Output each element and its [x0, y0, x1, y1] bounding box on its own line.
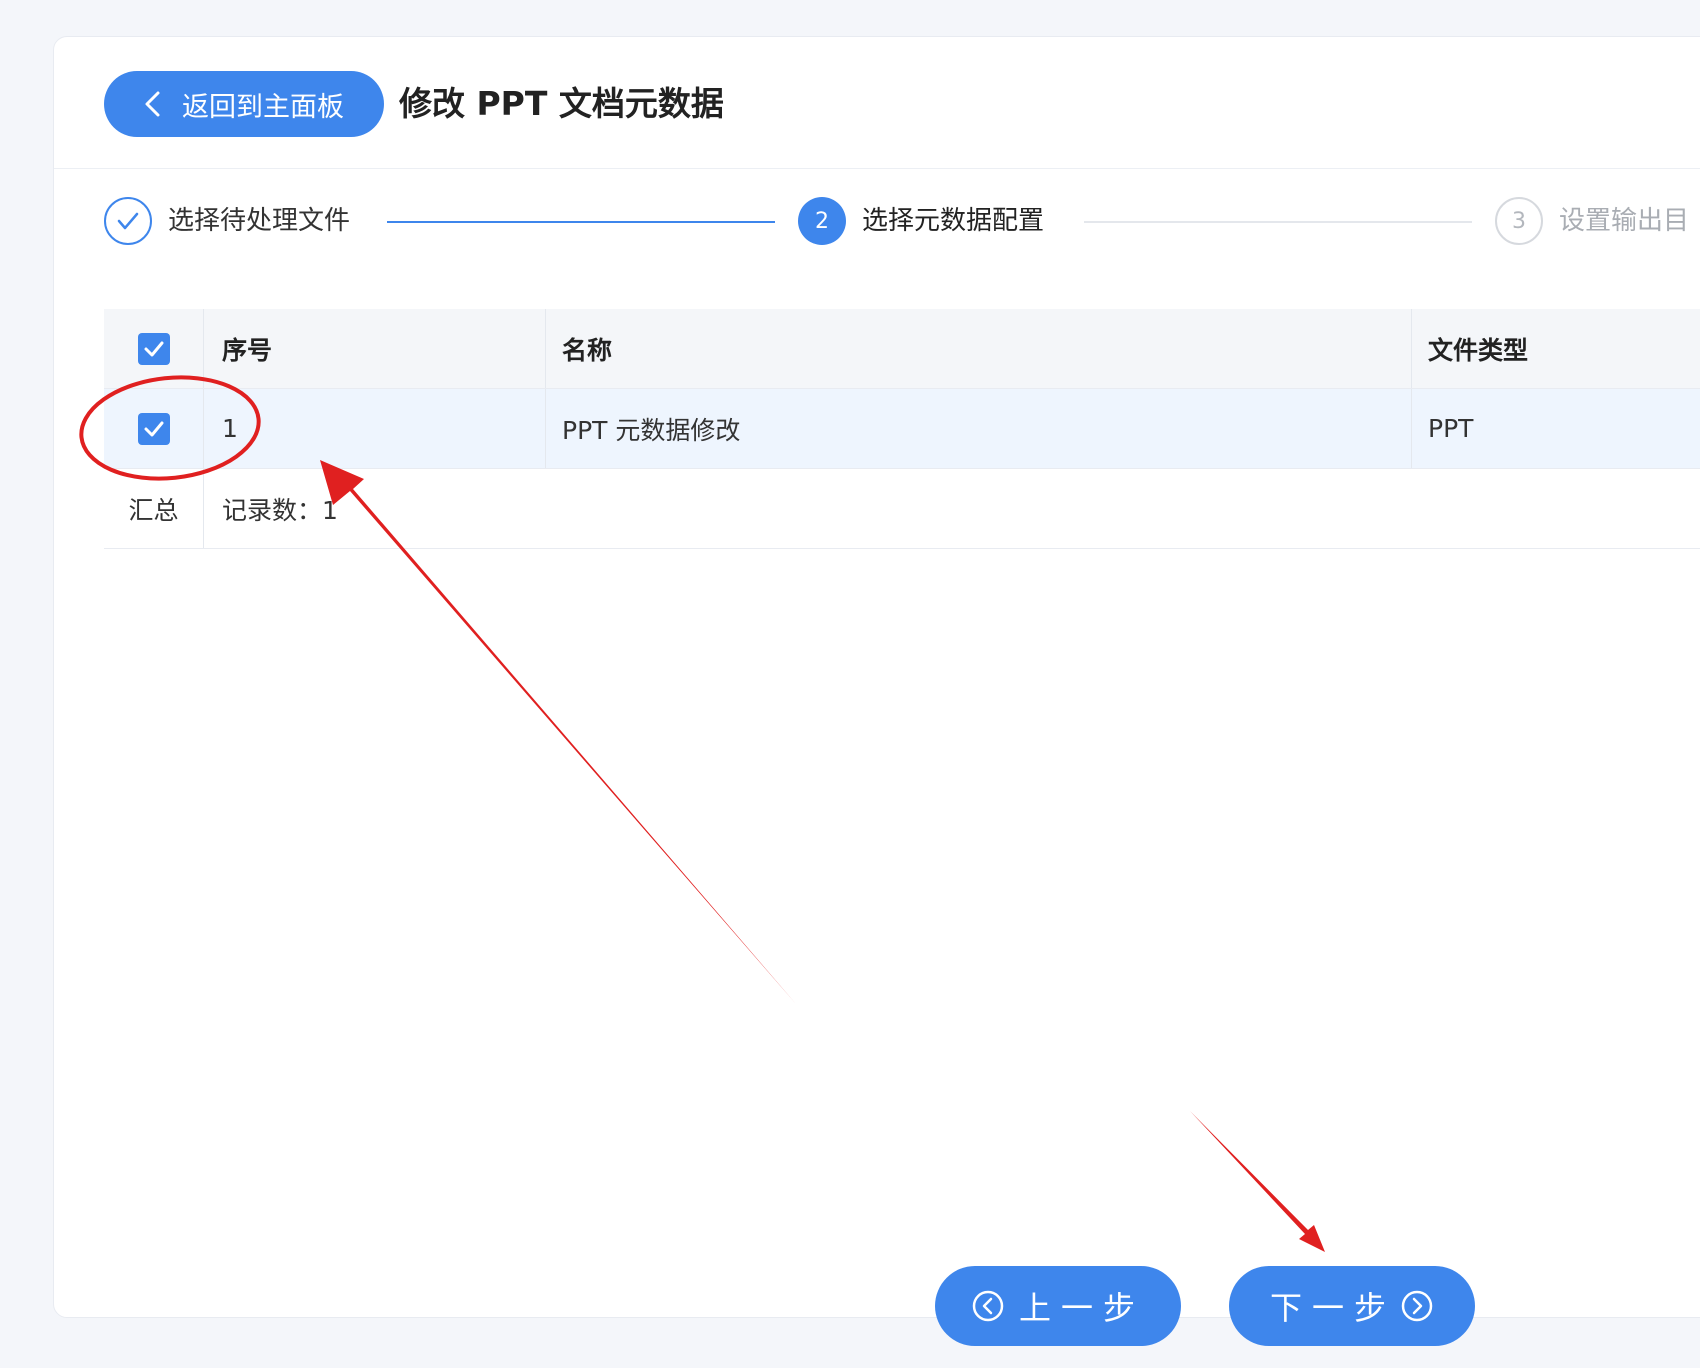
step-2-circle[interactable]: 2 — [798, 197, 846, 245]
table-row[interactable]: 1 PPT 元数据修改 PPT — [104, 389, 1700, 469]
table-summary-row: 汇总 记录数：1 — [104, 469, 1700, 549]
select-all-cell — [104, 309, 204, 388]
next-step-label: 下一步 — [1269, 1289, 1396, 1327]
checkmark-icon — [144, 341, 163, 356]
back-button-label: 返回到主面板 — [182, 91, 344, 123]
summary-record-count: 记录数：1 — [222, 495, 338, 525]
row-checkbox[interactable] — [137, 412, 170, 445]
previous-step-button[interactable]: 上一步 — [935, 1266, 1181, 1346]
circle-chevron-right-icon — [1401, 1290, 1433, 1322]
column-header-index[interactable]: 序号 — [204, 309, 546, 388]
chevron-left-icon — [145, 91, 160, 117]
column-header-name[interactable]: 名称 — [546, 309, 1412, 388]
back-to-dashboard-button[interactable]: 返回到主面板 — [104, 71, 384, 137]
select-all-checkbox[interactable] — [137, 332, 170, 365]
step-1-connector — [387, 221, 775, 223]
page-title: 修改 PPT 文档元数据 — [399, 84, 724, 123]
check-icon — [117, 212, 139, 230]
row-index: 1 — [204, 389, 546, 468]
step-3-label[interactable]: 设置输出目 — [1559, 202, 1689, 240]
page-header: 返回到主面板 修改 PPT 文档元数据 — [54, 37, 1700, 169]
main-panel: 返回到主面板 修改 PPT 文档元数据 选择待处理文件 2 选择元数据配置 3 … — [53, 36, 1700, 1318]
row-name: PPT 元数据修改 — [546, 389, 1412, 468]
next-step-button[interactable]: 下一步 — [1229, 1266, 1475, 1346]
step-3-circle[interactable]: 3 — [1495, 197, 1543, 245]
row-file-type: PPT — [1428, 414, 1474, 443]
step-1-label[interactable]: 选择待处理文件 — [168, 202, 350, 240]
checkmark-icon — [144, 421, 163, 436]
row-checkbox-cell — [104, 389, 204, 468]
summary-label: 汇总 — [104, 469, 204, 548]
column-header-file-type[interactable]: 文件类型 — [1412, 309, 1700, 388]
table-header-row: 序号 名称 文件类型 — [104, 309, 1700, 389]
step-2-label[interactable]: 选择元数据配置 — [862, 202, 1044, 240]
previous-step-label: 上一步 — [1018, 1289, 1145, 1327]
step-1-circle[interactable] — [104, 197, 152, 245]
circle-chevron-left-icon — [972, 1290, 1004, 1322]
file-table: 序号 名称 文件类型 1 PPT 元数据修改 PPT 汇总 记录数：1 — [104, 309, 1700, 549]
app-stage: 返回到主面板 修改 PPT 文档元数据 选择待处理文件 2 选择元数据配置 3 … — [0, 0, 1700, 1368]
step-2-connector — [1084, 221, 1472, 223]
